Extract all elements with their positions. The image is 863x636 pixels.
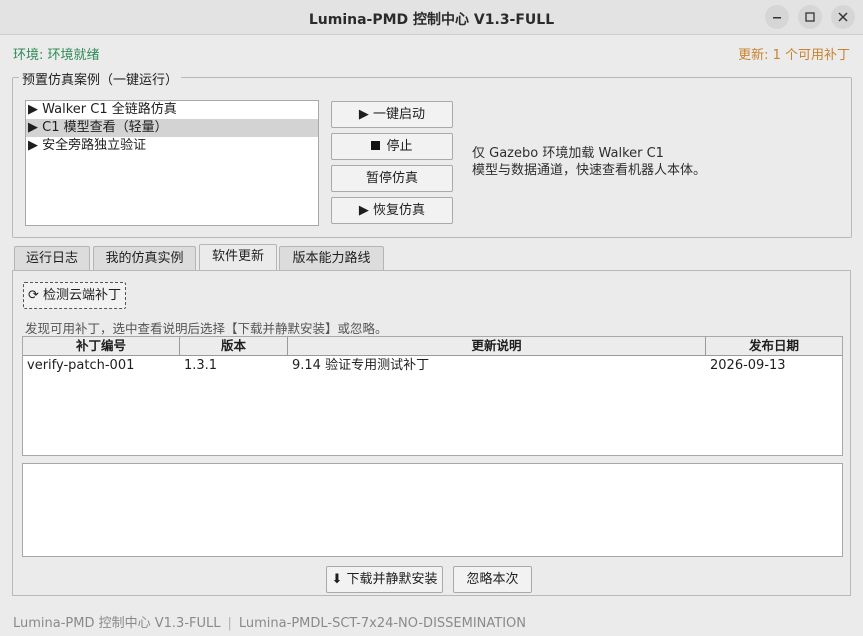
minimize-button[interactable] <box>765 5 789 29</box>
footer-status: Lumina-PMD 控制中心 V1.3-FULL | Lumina-PMDL-SC… <box>13 612 526 631</box>
minimize-icon <box>773 17 781 19</box>
column-header-release-date[interactable]: 发布日期 <box>706 337 842 356</box>
preset-case-item[interactable]: ▶ 安全旁路独立验证 <box>26 137 318 155</box>
stop-button-label: 停止 <box>386 139 413 154</box>
check-cloud-patch-button[interactable]: ⟳ 检测云端补丁 <box>23 282 126 309</box>
update-hint: 发现可用补丁，选中查看说明后选择【下载并静默安装】或忽略。 <box>25 321 388 336</box>
update-status: 更新: 1 个可用补丁 <box>738 48 850 63</box>
preset-description: 仅 Gazebo 环境加载 Walker C1 模型与数据通道，快速查看机器人本… <box>472 145 712 179</box>
download-silent-install-button[interactable]: ⬇ 下载并静默安装 <box>326 566 443 593</box>
preset-case-list[interactable]: ▶ Walker C1 全链路仿真 ▶ C1 模型查看（轻量） ▶ 安全旁路独立… <box>25 100 319 226</box>
preset-description-line: 模型与数据通道，快速查看机器人本体。 <box>472 163 707 178</box>
tab-run-log[interactable]: 运行日志 <box>14 246 90 270</box>
one-click-start-button[interactable]: ▶ 一键启动 <box>331 101 453 128</box>
title-bar: Lumina-PMD 控制中心 V1.3-FULL <box>0 0 863 35</box>
tab-version-roadmap[interactable]: 版本能力路线 <box>279 246 384 270</box>
close-button[interactable] <box>831 5 855 29</box>
column-header-patch-id[interactable]: 补丁编号 <box>23 337 180 356</box>
preset-case-item[interactable]: ▶ Walker C1 全链路仿真 <box>26 101 318 119</box>
pause-simulation-button[interactable]: 暂停仿真 <box>331 165 453 192</box>
patch-table[interactable]: 补丁编号 版本 更新说明 发布日期 verify-patch-001 1.3.1… <box>22 336 843 456</box>
ignore-this-time-button[interactable]: 忽略本次 <box>453 566 532 593</box>
footer-classification: Lumina-PMDL-SCT-7x24-NO-DISSEMINATION <box>238 616 527 631</box>
preset-cases-legend: 预置仿真案例（一键运行） <box>19 69 182 88</box>
preset-cases-group: 预置仿真案例（一键运行） ▶ Walker C1 全链路仿真 ▶ C1 模型查看… <box>12 69 852 238</box>
close-icon <box>838 12 848 22</box>
stop-button[interactable]: 停止 <box>331 133 453 160</box>
cell-patch-id: verify-patch-001 <box>27 358 135 373</box>
cell-release-date: 2026-09-13 <box>710 358 786 373</box>
maximize-icon <box>805 12 815 22</box>
preset-description-line: 仅 Gazebo 环境加载 Walker C1 <box>472 146 664 161</box>
software-update-panel: ⟳ 检测云端补丁 发现可用补丁，选中查看说明后选择【下载并静默安装】或忽略。 补… <box>12 270 851 596</box>
cell-notes: 9.14 验证专用测试补丁 <box>292 358 430 373</box>
tab-my-instances[interactable]: 我的仿真实例 <box>93 246 196 270</box>
column-header-notes[interactable]: 更新说明 <box>288 337 706 356</box>
tab-software-update[interactable]: 软件更新 <box>199 244 277 270</box>
window-title: Lumina-PMD 控制中心 V1.3-FULL <box>308 12 555 28</box>
resume-simulation-button[interactable]: ▶ 恢复仿真 <box>331 197 453 224</box>
cell-version: 1.3.1 <box>184 358 218 373</box>
stop-icon <box>371 141 381 150</box>
preset-case-item-selected[interactable]: ▶ C1 模型查看（轻量） <box>26 119 318 137</box>
environment-status: 环境: 环境就绪 <box>13 48 100 63</box>
footer-app-version: Lumina-PMD 控制中心 V1.3-FULL <box>13 616 221 631</box>
footer-separator: | <box>227 616 232 631</box>
maximize-button[interactable] <box>798 5 822 29</box>
column-header-version[interactable]: 版本 <box>180 337 288 356</box>
patch-detail-textbox[interactable] <box>22 463 843 557</box>
patch-table-header: 补丁编号 版本 更新说明 发布日期 <box>23 337 842 356</box>
